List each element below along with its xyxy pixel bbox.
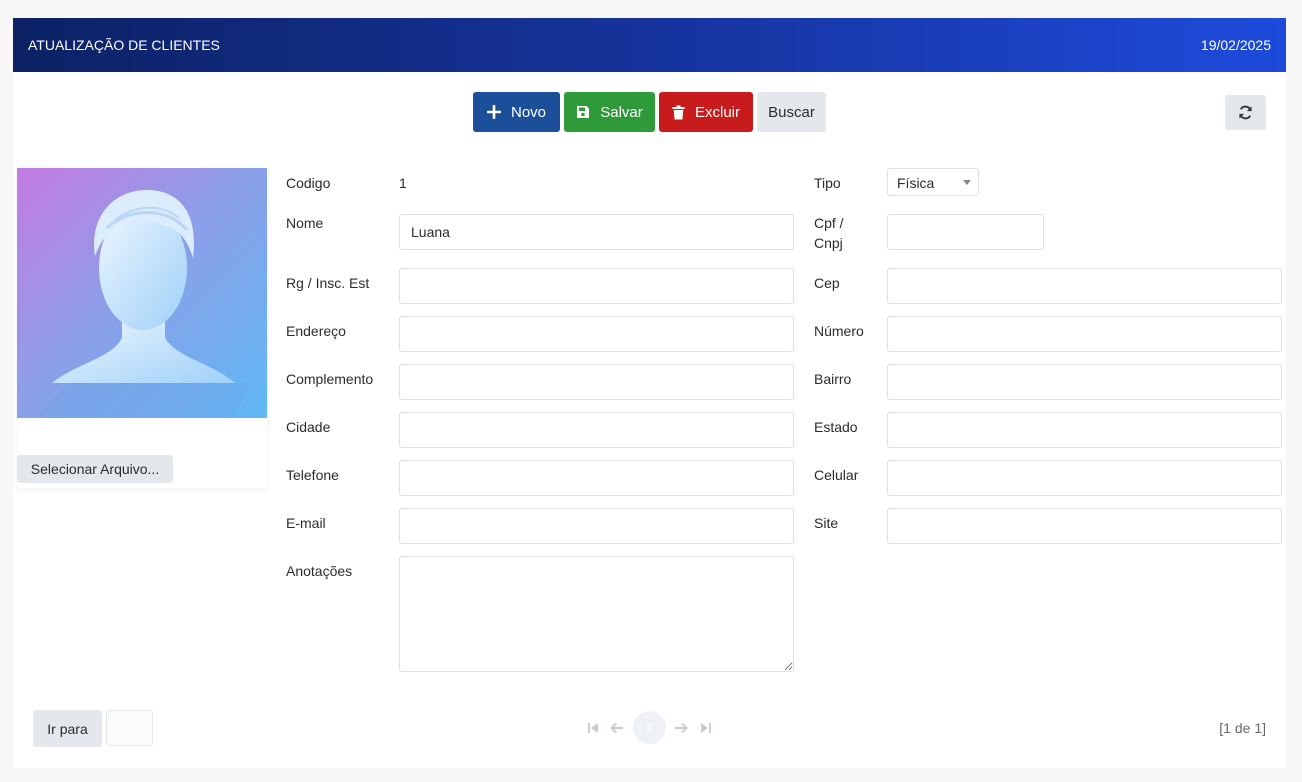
complemento-label: Complemento	[286, 371, 374, 387]
telefone-label: Telefone	[286, 467, 339, 483]
numero-field[interactable]	[887, 316, 1282, 352]
prev-page-icon[interactable]	[609, 720, 625, 736]
bairro-label: Bairro	[814, 371, 852, 387]
cidade-field[interactable]	[399, 412, 794, 448]
bairro-field[interactable]	[887, 364, 1282, 400]
email-label: E-mail	[286, 515, 326, 531]
new-button[interactable]: Novo	[473, 92, 560, 132]
tipo-selected-value: Física	[897, 175, 935, 191]
goto-button[interactable]: Ir para	[33, 710, 102, 747]
person-silhouette-icon	[37, 190, 252, 418]
last-page-icon[interactable]	[698, 720, 714, 736]
plus-icon	[486, 105, 501, 119]
current-date: 19/02/2025	[1200, 37, 1271, 53]
cpf-label: Cpf / Cnpj	[814, 215, 844, 251]
cpf-field[interactable]	[887, 214, 1044, 250]
estado-label: Estado	[814, 419, 858, 435]
app-window: ATUALIZAÇÃO DE CLIENTES 19/02/2025 Novo …	[13, 18, 1286, 768]
search-button[interactable]: Buscar	[757, 92, 826, 132]
rg-label: Rg / Insc. Est	[286, 275, 370, 291]
delete-button[interactable]: Excluir	[659, 92, 753, 132]
cep-label: Cep	[814, 275, 840, 291]
toolbar: Novo Salvar Excluir Buscar	[13, 72, 1286, 158]
save-button-label: Salvar	[600, 103, 643, 121]
telefone-field[interactable]	[399, 460, 794, 496]
search-button-label: Buscar	[768, 103, 815, 121]
codigo-label: Codigo	[286, 175, 331, 191]
celular-field[interactable]	[887, 460, 1282, 496]
complemento-field[interactable]	[399, 364, 794, 400]
email-field[interactable]	[399, 508, 794, 544]
rg-field[interactable]	[399, 268, 794, 304]
refresh-icon	[1239, 105, 1252, 120]
numero-label: Número	[814, 323, 864, 339]
site-field[interactable]	[887, 508, 1282, 544]
trash-icon	[672, 105, 685, 119]
new-button-label: Novo	[510, 103, 547, 121]
estado-field[interactable]	[887, 412, 1282, 448]
cep-field[interactable]	[887, 268, 1282, 304]
floppy-disk-icon	[577, 106, 590, 118]
pagination-footer: Ir para 1 [1 de 1]	[13, 698, 1286, 768]
nome-field[interactable]	[399, 214, 794, 250]
endereco-field[interactable]	[399, 316, 794, 352]
site-label: Site	[814, 515, 839, 531]
chevron-down-icon	[963, 180, 971, 185]
nome-label: Nome	[286, 215, 324, 231]
codigo-value: 1	[399, 175, 407, 191]
tipo-label: Tipo	[814, 175, 841, 191]
goto-page-input[interactable]	[106, 710, 153, 746]
page-title: ATUALIZAÇÃO DE CLIENTES	[28, 37, 220, 53]
current-page-indicator[interactable]: 1	[633, 711, 666, 744]
photo-panel: Selecionar Arquivo...	[17, 168, 267, 488]
anotacoes-label: Anotações	[286, 563, 353, 579]
page-info: [1 de 1]	[1219, 720, 1266, 736]
client-form: Codigo 1 Nome Rg / Insc. Est Endereço Co…	[271, 162, 1286, 678]
cidade-label: Cidade	[286, 419, 331, 435]
celular-label: Celular	[814, 467, 859, 483]
delete-button-label: Excluir	[694, 103, 740, 121]
endereco-label: Endereço	[286, 323, 346, 339]
avatar	[17, 168, 267, 418]
next-page-icon[interactable]	[673, 720, 689, 736]
refresh-button[interactable]	[1225, 95, 1266, 130]
title-bar: ATUALIZAÇÃO DE CLIENTES 19/02/2025	[13, 18, 1286, 72]
select-file-button[interactable]: Selecionar Arquivo...	[17, 455, 173, 483]
save-button[interactable]: Salvar	[564, 92, 655, 132]
first-page-icon[interactable]	[585, 720, 601, 736]
tipo-select[interactable]: Física	[887, 168, 979, 196]
anotacoes-textarea[interactable]	[399, 556, 794, 672]
